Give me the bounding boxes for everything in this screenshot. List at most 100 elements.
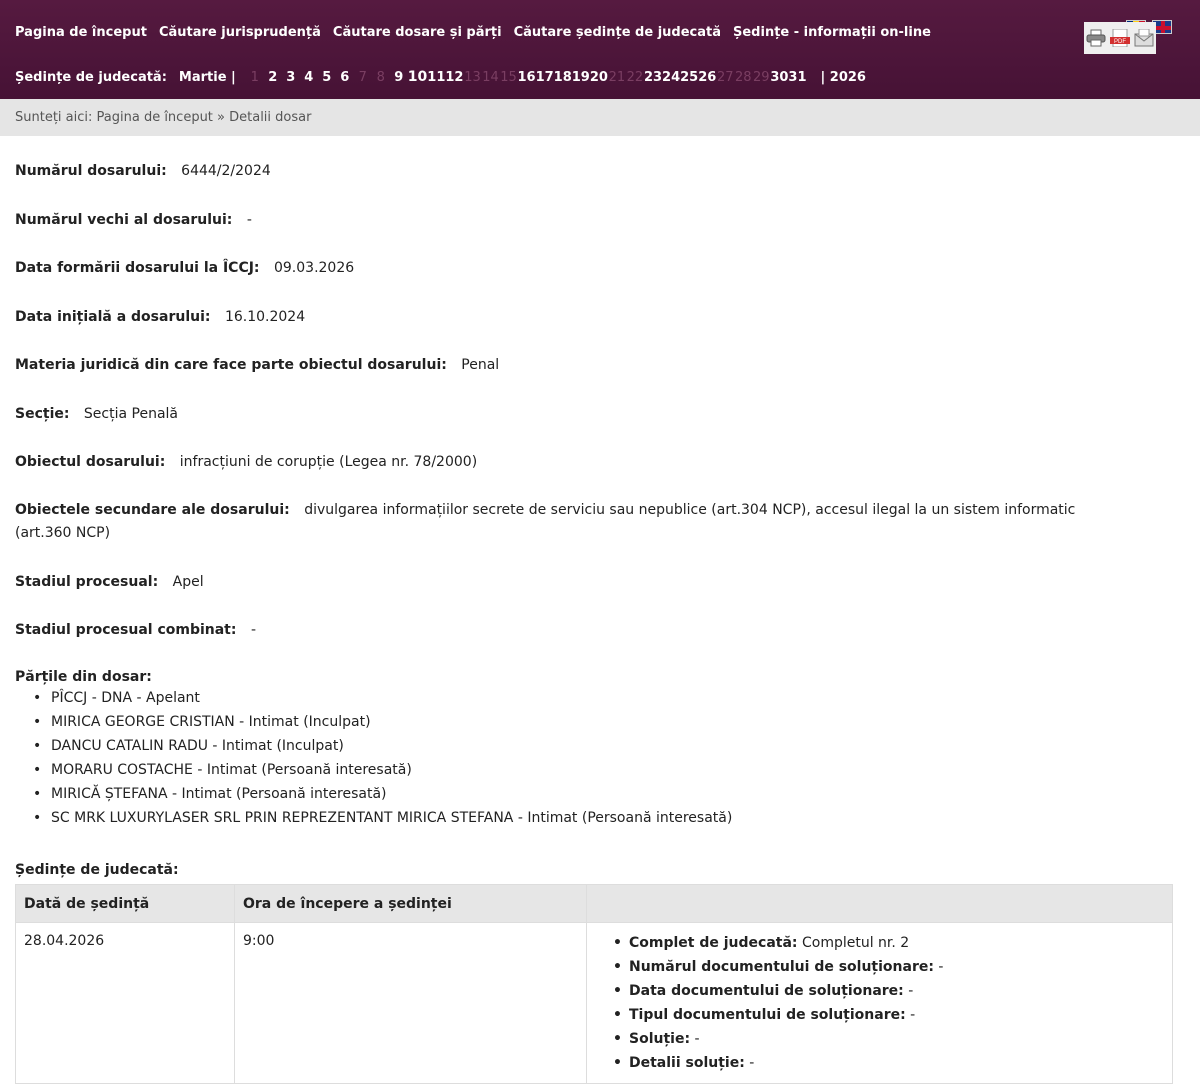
calendar-day[interactable]: 10 [408, 69, 427, 85]
field-label: Stadiul procesual combinat: [15, 622, 237, 638]
calendar-day[interactable]: 2 [264, 70, 282, 85]
header-details [586, 884, 1173, 923]
hearing-calendar: Ședințe de judecată: Martie | 1234567891… [15, 69, 866, 85]
calendar-year[interactable]: | 2026 [821, 70, 866, 85]
calendar-day: 14 [482, 70, 499, 85]
field-value: - [250, 622, 256, 638]
table-row: 28.04.20269:00Complet de judecată: Compl… [15, 922, 1173, 1084]
table-header-row: Dată de ședință Ora de începere a ședinț… [15, 884, 1173, 923]
parties-title: Părțile din dosar: [15, 669, 152, 685]
detail-item: Soluție: - [607, 1027, 1152, 1051]
case-field: Materia juridică din care face parte obi… [15, 354, 1125, 377]
detail-value: Completul nr. 2 [801, 935, 910, 951]
calendar-day[interactable]: 20 [590, 70, 608, 85]
detail-label: Detalii soluție: [629, 1055, 745, 1071]
calendar-day: 27 [717, 70, 734, 85]
email-icon[interactable] [1134, 29, 1154, 47]
list-item: MIRICA GEORGE CRISTIAN - Intimat (Inculp… [15, 710, 732, 734]
menu-jurisprudence-search[interactable]: Căutare jurisprudență [159, 25, 321, 40]
field-value: infracțiuni de corupție (Legea nr. 78/20… [179, 454, 478, 470]
svg-text:PDF: PDF [1114, 39, 1126, 45]
detail-item: Detalii soluție: - [607, 1051, 1152, 1075]
detail-item: Data documentului de soluționare: - [607, 979, 1152, 1003]
detail-value: - [749, 1055, 755, 1071]
calendar-day[interactable]: 3 [282, 70, 300, 85]
parties-section: Părțile din dosar: PÎCCJ - DNA - Apelant… [15, 669, 732, 830]
list-item: MORARU COSTACHE - Intimat (Persoană inte… [15, 758, 732, 782]
detail-value: - [908, 983, 914, 999]
field-value: 16.10.2024 [224, 309, 306, 325]
case-field: Data inițială a dosarului: 16.10.2024 [15, 306, 1125, 329]
field-value: - [246, 212, 252, 228]
print-icon[interactable] [1086, 29, 1106, 47]
case-field: Stadiul procesual: Apel [15, 571, 1125, 594]
calendar-day[interactable]: 5 [318, 70, 336, 85]
case-field: Data formării dosarului la ÎCCJ: 09.03.2… [15, 257, 1125, 280]
calendar-day[interactable]: 12 [445, 70, 463, 85]
calendar-day[interactable]: 24 [662, 70, 680, 85]
case-field: Numărul dosarului: 6444/2/2024 [15, 160, 1125, 183]
case-field: Stadiul procesual combinat: - [15, 619, 1125, 642]
calendar-day[interactable]: 19 [572, 70, 590, 85]
calendar-day[interactable]: 17 [536, 70, 554, 85]
calendar-day[interactable]: 6 [336, 70, 354, 85]
calendar-day[interactable]: 31 [788, 70, 806, 85]
calendar-day: 7 [358, 70, 367, 85]
sessions-title: Ședințe de judecată: [15, 862, 179, 878]
calendar-day: 15 [500, 70, 517, 85]
calendar-day[interactable]: 18 [554, 70, 572, 85]
field-label: Stadiul procesual: [15, 574, 159, 590]
calendar-month: Martie | [178, 69, 236, 85]
session-time: 9:00 [234, 922, 587, 1084]
calendar-day: 8 [376, 70, 385, 85]
list-item: DANCU CATALIN RADU - Intimat (Inculpat) [15, 734, 732, 758]
detail-label: Data documentului de soluționare: [629, 983, 904, 999]
menu-case-search[interactable]: Căutare dosare și părți [333, 25, 502, 40]
detail-item: Numărul documentului de soluționare: - [607, 955, 1152, 979]
field-label: Obiectul dosarului: [15, 454, 166, 470]
pdf-icon[interactable]: PDF [1110, 29, 1130, 47]
field-label: Data inițială a dosarului: [15, 309, 211, 325]
field-value: Secția Penală [83, 406, 179, 422]
sessions-section: Ședințe de judecată: Dată de ședință Ora… [15, 862, 1173, 1084]
calendar-day[interactable]: 26 [698, 70, 716, 85]
detail-value: - [694, 1031, 700, 1047]
field-label: Numărul vechi al dosarului: [15, 212, 233, 228]
calendar-day[interactable]: 4 [300, 70, 318, 85]
calendar-day[interactable]: 25 [680, 70, 698, 85]
calendar-day[interactable]: 11 [427, 70, 445, 85]
detail-label: Soluție: [629, 1031, 691, 1047]
calendar-day[interactable]: 30 [770, 70, 788, 85]
case-field: Numărul vechi al dosarului: - [15, 209, 1125, 232]
parties-list: PÎCCJ - DNA - ApelantMIRICA GEORGE CRIST… [15, 686, 732, 830]
calendar-day[interactable]: 16 [517, 70, 535, 85]
detail-label: Complet de judecată: [629, 935, 798, 951]
calendar-day: 1 [250, 70, 259, 85]
field-value: 6444/2/2024 [181, 163, 271, 179]
calendar-day: 21 [608, 70, 626, 85]
field-label: Numărul dosarului: [15, 163, 167, 179]
calendar-day: 13 [464, 70, 481, 85]
header-date: Dată de ședință [15, 884, 235, 923]
case-field: Secție: Secția Penală [15, 403, 1125, 426]
list-item: SC MRK LUXURYLASER SRL PRIN REPREZENTANT… [15, 806, 732, 830]
calendar-day: 29 [753, 70, 770, 85]
menu-hearings-online[interactable]: Ședințe - informații on-line [733, 25, 931, 40]
detail-label: Tipul documentului de soluționare: [629, 1007, 906, 1023]
detail-value: - [910, 1007, 916, 1023]
main-menu: Pagina de început Căutare jurisprudență … [15, 25, 931, 40]
calendar-label: Ședințe de judecată: [15, 69, 167, 85]
calendar-day[interactable]: 9 [390, 70, 408, 85]
field-label: Materia juridică din care face parte obi… [15, 357, 447, 373]
menu-hearing-search[interactable]: Căutare ședințe de judecată [514, 25, 721, 40]
calendar-day: 28 [735, 70, 752, 85]
field-label: Data formării dosarului la ÎCCJ: [15, 260, 260, 276]
breadcrumb-bar: Sunteți aici: Pagina de început » Detali… [0, 99, 1200, 136]
menu-home[interactable]: Pagina de început [15, 25, 147, 40]
calendar-day[interactable]: 23 [644, 70, 662, 85]
detail-item: Tipul documentului de soluționare: - [607, 1003, 1152, 1027]
field-value: Apel [172, 574, 204, 590]
list-item: MIRICĂ ȘTEFANA - Intimat (Persoană inter… [15, 782, 732, 806]
calendar-day: 22 [626, 70, 644, 85]
field-label: Obiectele secundare ale dosarului: [15, 502, 290, 518]
